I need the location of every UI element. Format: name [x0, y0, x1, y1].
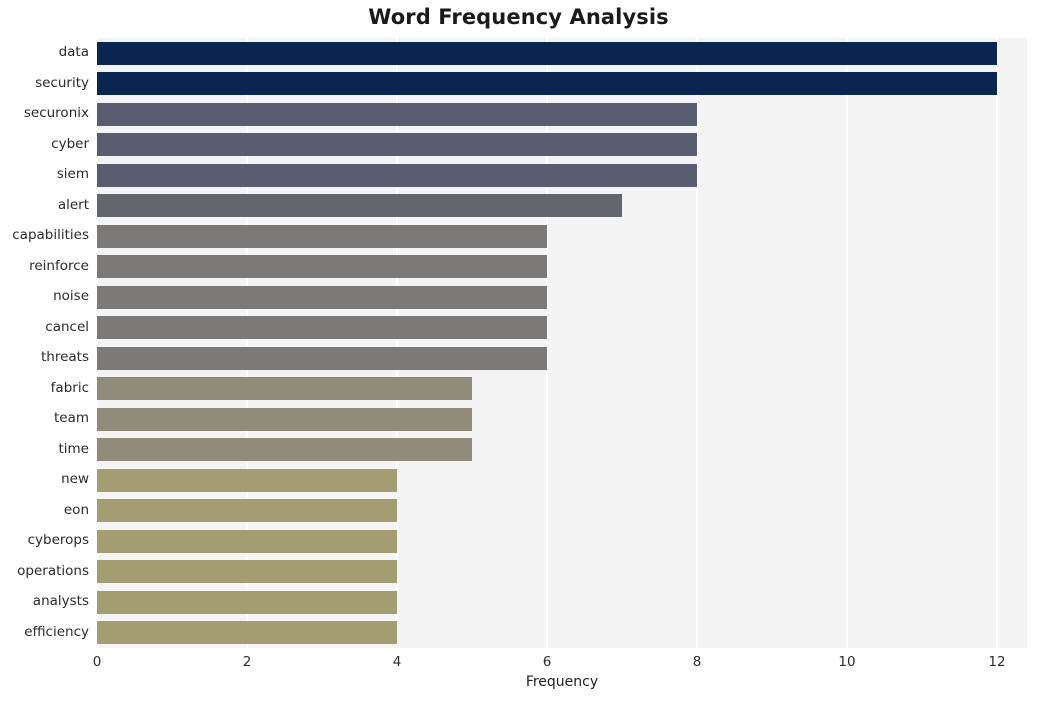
bar-row	[97, 194, 1027, 218]
bar-analysts	[97, 590, 397, 614]
bar-row	[97, 621, 1027, 645]
bar-row	[97, 163, 1027, 187]
bar-threats	[97, 346, 547, 370]
y-tick-label-new: new	[61, 471, 89, 488]
bar-row	[97, 529, 1027, 553]
y-tick-label-efficiency: efficiency	[24, 623, 89, 640]
bar-row	[97, 133, 1027, 157]
x-tick-label-6: 6	[542, 654, 552, 670]
y-tick-label-analysts: analysts	[32, 593, 89, 610]
bar-cancel	[97, 316, 547, 340]
bar-operations	[97, 560, 397, 584]
bar-row	[97, 316, 1027, 340]
bar-row	[97, 560, 1027, 584]
y-axis-tick-labels: data security securonix cyber siem alert capab…	[0, 38, 89, 648]
y-tick-label-siem: siem	[56, 166, 89, 183]
x-tick-label-4: 4	[392, 654, 402, 670]
y-tick-label-operations: operations	[17, 562, 89, 579]
y-tick-label-cancel: cancel	[45, 318, 89, 335]
y-tick-label-threats: threats	[40, 349, 89, 366]
bar-cyberops	[97, 529, 397, 553]
bar-row	[97, 41, 1027, 65]
bar-fabric	[97, 377, 472, 401]
bar-efficiency	[97, 621, 397, 645]
x-tick-label-0: 0	[92, 654, 102, 670]
x-tick-label-8: 8	[692, 654, 702, 670]
x-axis-tick-labels: 0 2 4 6 8 10 12	[93, 648, 1027, 674]
bar-row	[97, 346, 1027, 370]
bar-row	[97, 499, 1027, 523]
bar-data	[97, 41, 997, 65]
bar-time	[97, 438, 472, 462]
y-tick-label-team: team	[53, 410, 89, 427]
bar-eon	[97, 499, 397, 523]
bar-row	[97, 285, 1027, 309]
y-tick-label-capabilities: capabilities	[12, 227, 89, 244]
bar-siem	[97, 163, 697, 187]
bar-series	[97, 38, 1027, 648]
bar-row	[97, 377, 1027, 401]
bar-row	[97, 590, 1027, 614]
y-tick-label-reinforce: reinforce	[29, 257, 89, 274]
bar-row	[97, 72, 1027, 96]
x-tick-label-12: 12	[988, 654, 1006, 670]
bar-alert	[97, 194, 622, 218]
bar-row	[97, 255, 1027, 279]
y-tick-label-alert: alert	[57, 196, 89, 213]
bar-row	[97, 468, 1027, 492]
bar-new	[97, 468, 397, 492]
y-tick-label-data: data	[58, 44, 89, 61]
plot-area	[96, 38, 1027, 648]
chart-figure: Word Frequency Analysis data security secu…	[0, 0, 1037, 701]
bar-row	[97, 407, 1027, 431]
bar-securonix	[97, 102, 697, 126]
bar-capabilities	[97, 224, 547, 248]
y-tick-label-eon: eon	[63, 501, 89, 518]
y-tick-label-cyberops: cyberops	[27, 532, 89, 549]
bar-row	[97, 102, 1027, 126]
x-tick-label-10: 10	[838, 654, 856, 670]
bar-row	[97, 224, 1027, 248]
y-tick-label-fabric: fabric	[50, 379, 89, 396]
y-tick-label-time: time	[58, 440, 89, 457]
x-tick-label-2: 2	[242, 654, 252, 670]
page-title: Word Frequency Analysis	[368, 5, 669, 29]
bar-noise	[97, 285, 547, 309]
bar-security	[97, 72, 997, 96]
x-axis-title: Frequency	[525, 674, 599, 690]
y-tick-label-cyber: cyber	[51, 135, 89, 152]
bar-cyber	[97, 133, 697, 157]
bar-reinforce	[97, 255, 547, 279]
bar-team	[97, 407, 472, 431]
y-tick-label-securonix: securonix	[23, 105, 89, 122]
bar-row	[97, 438, 1027, 462]
y-tick-label-security: security	[35, 74, 89, 91]
y-tick-label-noise: noise	[53, 288, 89, 305]
